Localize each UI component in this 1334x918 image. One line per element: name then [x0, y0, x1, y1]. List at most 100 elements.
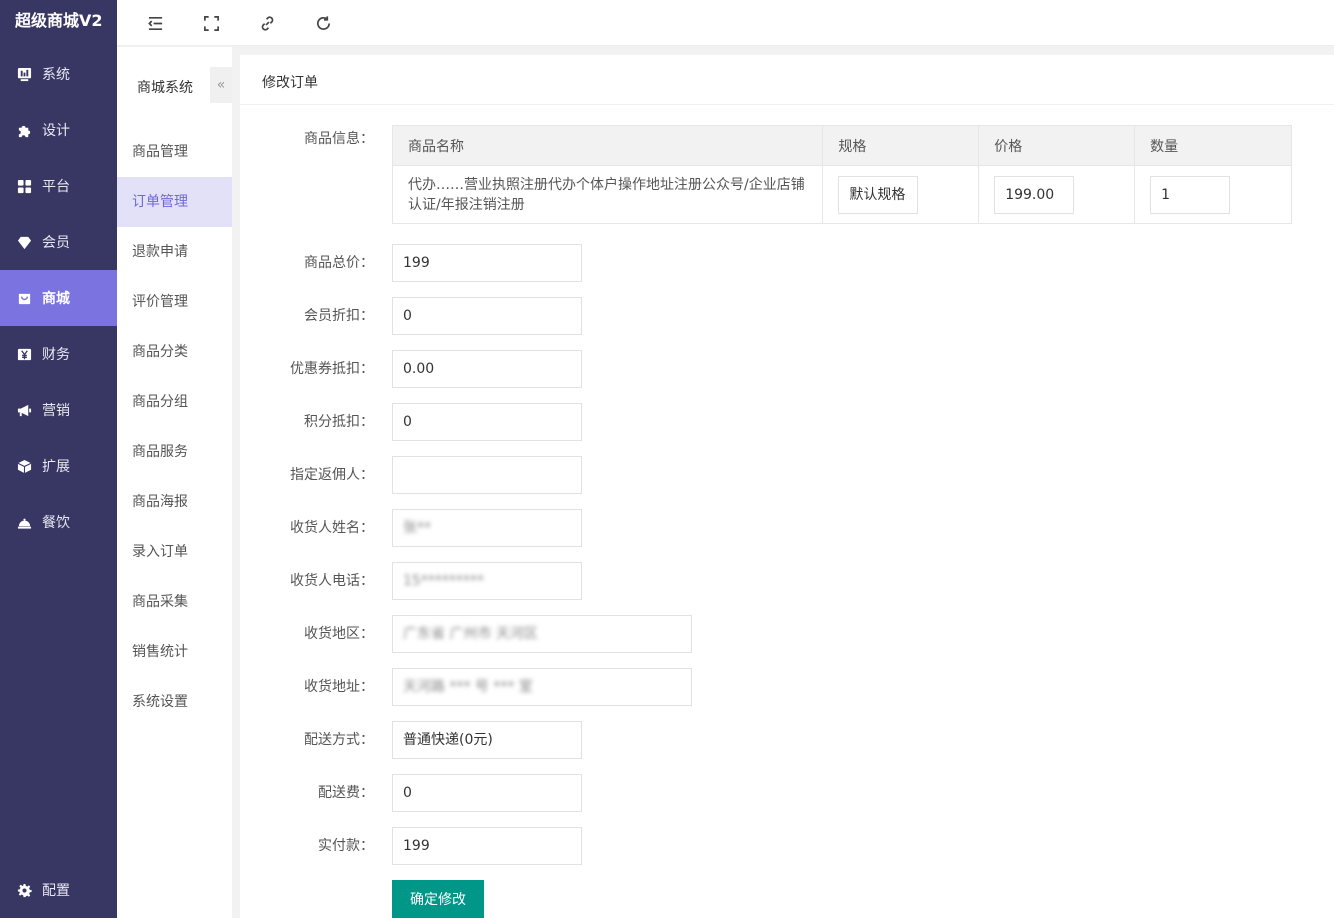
form-label: 商品总价：: [304, 255, 374, 271]
form-input[interactable]: 天河路 *** 号 *** 室: [392, 668, 692, 706]
subnav-item[interactable]: 录入订单: [117, 527, 232, 577]
column-header-price: 价格: [978, 125, 1136, 166]
sidebar-item-label: 商城: [42, 291, 70, 307]
form-label: 指定返佣人：: [290, 467, 374, 483]
form-input-value: 天河路 *** 号 *** 室: [403, 679, 533, 695]
form-input-value: 张**: [403, 520, 431, 536]
form-row: 收货地区： 广东省 广州市 天河区: [240, 615, 1334, 653]
subnav-list: 商品管理 订单管理 退款申请 评价管理 商品分类 商品分组 商品服务 商品海报 录入订单 商品采集…: [117, 127, 232, 727]
form-label: 收货人姓名：: [290, 520, 374, 536]
table-row: 代办……营业执照注册代办个体户操作地址注册公众号/企业店铺认证/年报注销注册 默…: [391, 165, 1292, 224]
sidebar-item-label: 财务: [42, 347, 70, 363]
sidebar-item-catering[interactable]: 餐饮: [0, 494, 117, 550]
form-label: 收货地址：: [304, 679, 374, 695]
form-row: 收货人姓名： 张**: [240, 509, 1334, 547]
product-name-cell: 代办……营业执照注册代办个体户操作地址注册公众号/企业店铺认证/年报注销注册: [391, 165, 824, 224]
subnav-item[interactable]: 商品分组: [117, 377, 232, 427]
form-input-value: 普通快递(0元): [403, 732, 493, 748]
form-input-value: 15*********: [403, 573, 484, 589]
subnav-item[interactable]: 商品采集: [117, 577, 232, 627]
sidebar-item-finance[interactable]: 财务: [0, 326, 117, 382]
collapse-subnav-button[interactable]: «: [210, 67, 232, 103]
sidebar-item-label: 会员: [42, 235, 70, 251]
form-row: 实付款： 199: [240, 827, 1334, 865]
sidebar-item-label: 平台: [42, 179, 70, 195]
form-input[interactable]: 0.00: [392, 350, 582, 388]
form-input[interactable]: 199: [392, 827, 582, 865]
price-input[interactable]: 199.00: [994, 175, 1075, 214]
form-input-value: 0.00: [403, 361, 435, 377]
subnav-item[interactable]: 商品分类: [117, 327, 232, 377]
subnav-item[interactable]: 商品服务: [117, 427, 232, 477]
subnav-item[interactable]: 系统设置: [117, 677, 232, 727]
form-row: 配送费： 0: [240, 774, 1334, 812]
column-header-qty: 数量: [1134, 125, 1292, 166]
grid-icon: [16, 178, 32, 194]
form-row: 会员折扣： 0: [240, 297, 1334, 335]
menu-fold-icon[interactable]: [145, 13, 165, 33]
form-input[interactable]: [392, 456, 582, 494]
diamond-icon: [16, 234, 32, 250]
sidebar-item-system[interactable]: 系统: [0, 46, 117, 102]
form-label: 积分抵扣：: [304, 414, 374, 430]
edit-order-panel: 修改订单 商品信息： 商品名称 规格 价格 数量 代办……营业执照注册代办个体户…: [240, 55, 1334, 918]
form-input[interactable]: 普通快递(0元): [392, 721, 582, 759]
table-header-row: 商品名称 规格 价格 数量: [391, 125, 1292, 166]
sidebar-item-marketing[interactable]: 营销: [0, 382, 117, 438]
sidebar-item-shop[interactable]: 商城: [0, 270, 117, 326]
form-input[interactable]: 15*********: [392, 562, 582, 600]
sidebar-item-config[interactable]: 配置: [0, 862, 117, 918]
price-cell: 199.00: [978, 165, 1136, 224]
spec-input[interactable]: 默认规格: [838, 175, 919, 214]
megaphone-icon: [16, 402, 32, 418]
form-input[interactable]: 张**: [392, 509, 582, 547]
form-label: 收货人电话：: [290, 573, 374, 589]
form-input[interactable]: 0: [392, 403, 582, 441]
quantity-input[interactable]: 1: [1150, 175, 1231, 214]
refresh-icon[interactable]: [313, 13, 333, 33]
form-input-value: 0: [403, 785, 412, 801]
sidebar-item-extend[interactable]: 扩展: [0, 438, 117, 494]
puzzle-icon: [16, 122, 32, 138]
form-input[interactable]: 0: [392, 297, 582, 335]
form-row: 指定返佣人：: [240, 456, 1334, 494]
fullscreen-icon[interactable]: [201, 13, 221, 33]
sidebar-item-label: 扩展: [42, 459, 70, 475]
sidebar-item-design[interactable]: 设计: [0, 102, 117, 158]
form-row: 商品总价： 199: [240, 244, 1334, 282]
shop-icon: [16, 290, 32, 306]
product-table: 商品名称 规格 价格 数量 代办……营业执照注册代办个体户操作地址注册公众号/企…: [391, 125, 1292, 224]
secondary-nav: 商城系统 « 商品管理 订单管理 退款申请 评价管理 商品分类 商品分组 商品服务 商品海报录…: [117, 47, 232, 918]
app-logo: 超级商城V2: [15, 11, 103, 30]
form-label: 配送方式：: [304, 732, 374, 748]
subnav-item[interactable]: 商品管理: [117, 127, 232, 177]
form-input[interactable]: 广东省 广州市 天河区: [392, 615, 692, 653]
yen-icon: [16, 346, 32, 362]
subnav-item[interactable]: 商品海报: [117, 477, 232, 527]
dashboard-icon: [16, 66, 32, 82]
subnav-item[interactable]: 销售统计: [117, 627, 232, 677]
form-input[interactable]: 0: [392, 774, 582, 812]
form-label: 商品信息：: [304, 131, 374, 147]
form-label: 配送费：: [318, 785, 374, 801]
sidebar-item-platform[interactable]: 平台: [0, 158, 117, 214]
gear-icon: [16, 882, 32, 898]
link-icon[interactable]: [257, 13, 277, 33]
column-header-spec: 规格: [822, 125, 980, 166]
sidebar-item-label: 系统: [42, 67, 70, 83]
form-row: 积分抵扣： 0: [240, 403, 1334, 441]
qty-cell: 1: [1134, 165, 1292, 224]
sidebar-item-label: 餐饮: [42, 515, 70, 531]
confirm-edit-button[interactable]: 确定修改: [392, 880, 484, 918]
form-input[interactable]: 199: [392, 244, 582, 282]
subnav-item[interactable]: 评价管理: [117, 277, 232, 327]
form-label: 收货地区：: [304, 626, 374, 642]
form-row: 收货人电话： 15*********: [240, 562, 1334, 600]
main-sidebar: 超级商城V2 系统 设计 平台 会员 商城 财务 营销 扩展 餐饮 配置: [0, 0, 117, 918]
form-input-value: 0: [403, 414, 412, 430]
subnav-item[interactable]: 订单管理: [117, 177, 232, 227]
subnav-item[interactable]: 退款申请: [117, 227, 232, 277]
form-input-value: 199: [403, 838, 430, 854]
sidebar-item-member[interactable]: 会员: [0, 214, 117, 270]
sidebar-item-label: 营销: [42, 403, 70, 419]
